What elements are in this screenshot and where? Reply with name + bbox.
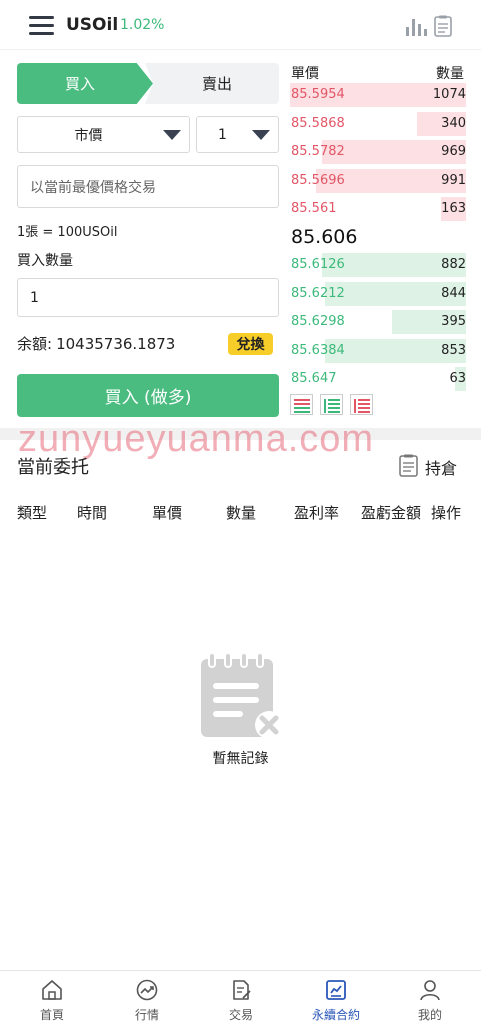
bar-chart-icon[interactable] xyxy=(405,16,427,36)
bid-quantity: 844 xyxy=(441,285,466,301)
ask-price: 85.5868 xyxy=(291,115,345,131)
leverage-select[interactable]: 1 xyxy=(196,116,279,153)
bid-price: 85.6126 xyxy=(291,257,345,272)
tab-buy[interactable]: 買入 xyxy=(17,63,153,104)
column-pnl: 盈虧金額 xyxy=(361,504,422,522)
profile-icon xyxy=(420,980,440,1001)
ask-price: 85.561 xyxy=(291,201,337,216)
balance-value: 10435736.1873 xyxy=(56,335,176,353)
column-type: 類型 xyxy=(17,504,48,522)
last-price: 85.606 xyxy=(291,226,358,248)
buy-long-button[interactable]: 買入 (做多) xyxy=(17,374,279,417)
clipboard-icon[interactable] xyxy=(399,454,418,477)
order-type-select[interactable]: 市價 xyxy=(17,116,190,153)
trade-icon xyxy=(233,980,251,1000)
ask-price: 85.5782 xyxy=(291,144,345,159)
nav-profile[interactable]: 我的 xyxy=(382,971,478,1024)
ask-quantity: 969 xyxy=(441,144,466,159)
nav-home[interactable]: 首頁 xyxy=(4,971,100,1024)
contract-icon xyxy=(326,980,346,1000)
ask-price: 85.5954 xyxy=(291,87,345,102)
bottom-navigation: 首頁 行情 交易 永續合約 我的 xyxy=(0,970,481,1024)
depth-view-toggle xyxy=(290,394,373,415)
symbol-name[interactable]: USOil xyxy=(66,15,118,35)
ask-quantity: 340 xyxy=(441,115,466,131)
positions-link[interactable]: 持倉 xyxy=(425,455,457,479)
home-icon xyxy=(42,980,62,1000)
quantity-input[interactable]: 1 xyxy=(17,278,279,317)
ask-row[interactable]: 85.5696 991 xyxy=(290,168,466,193)
chevron-down-icon xyxy=(163,130,181,140)
quantity-label: 買入數量 xyxy=(17,253,73,269)
nav-perpetual-contract[interactable]: 永續合約 xyxy=(288,971,384,1024)
document-icon[interactable] xyxy=(434,15,452,37)
bid-price: 85.6212 xyxy=(291,285,345,301)
bid-row[interactable]: 85.6212 844 xyxy=(290,281,466,306)
balance: 余額: 10435736.1873 xyxy=(17,333,175,354)
top-bar: USOil 1.02% xyxy=(0,0,481,50)
bid-quantity: 853 xyxy=(441,342,466,358)
ask-row[interactable]: 85.561 163 xyxy=(290,197,466,221)
ask-quantity: 1074 xyxy=(432,87,466,102)
no-records-icon xyxy=(201,653,283,739)
bid-row[interactable]: 85.6126 882 xyxy=(290,253,466,277)
column-quantity: 數量 xyxy=(226,504,257,522)
bid-quantity: 882 xyxy=(441,257,466,272)
column-time: 時間 xyxy=(77,504,108,522)
column-profit-rate: 盈利率 xyxy=(294,504,340,522)
ask-quantity: 991 xyxy=(441,172,466,188)
price-input[interactable]: 以當前最優價格交易 xyxy=(17,165,279,208)
balance-label: 余額: xyxy=(17,335,53,353)
column-action: 操作 xyxy=(431,504,462,522)
current-orders-title: 當前委托 xyxy=(17,457,89,478)
orderbook-qty-header: 數量 xyxy=(436,66,464,82)
nav-trade[interactable]: 交易 xyxy=(193,971,289,1024)
nav-trade-label: 交易 xyxy=(228,1008,253,1022)
depth-both-icon[interactable] xyxy=(290,394,313,415)
nav-perpetual-contract-label: 永續合約 xyxy=(311,1008,360,1022)
nav-market-label: 行情 xyxy=(134,1008,159,1022)
ask-row[interactable]: 85.5954 1074 xyxy=(290,83,466,107)
depth-bids-icon[interactable] xyxy=(320,394,343,415)
bid-row[interactable]: 85.6384 853 xyxy=(290,338,466,363)
nav-market[interactable]: 行情 xyxy=(99,971,195,1024)
contract-unit-info: 1張 = 100USOil xyxy=(17,225,118,240)
nav-home-label: 首頁 xyxy=(39,1008,64,1022)
bid-price: 85.647 xyxy=(291,371,337,386)
column-price: 單價 xyxy=(152,504,183,522)
bid-row[interactable]: 85.6298 395 xyxy=(290,310,466,334)
bid-price: 85.6384 xyxy=(291,342,345,358)
order-type-value: 市價 xyxy=(74,127,103,144)
bid-quantity: 63 xyxy=(449,371,466,386)
depth-asks-icon[interactable] xyxy=(350,394,373,415)
ask-price: 85.5696 xyxy=(291,172,345,188)
empty-state-text: 暫無記錄 xyxy=(212,751,269,767)
bid-price: 85.6298 xyxy=(291,314,345,329)
market-icon xyxy=(136,979,158,1001)
bid-row[interactable]: 85.647 63 xyxy=(290,367,466,391)
bid-quantity: 395 xyxy=(441,314,466,329)
exchange-button[interactable]: 兌換 xyxy=(228,333,273,355)
ask-row[interactable]: 85.5868 340 xyxy=(290,111,466,136)
leverage-value: 1 xyxy=(218,126,227,143)
ask-row[interactable]: 85.5782 969 xyxy=(290,140,466,164)
nav-profile-label: 我的 xyxy=(417,1008,442,1022)
price-change: 1.02% xyxy=(120,17,165,33)
ask-quantity: 163 xyxy=(441,201,466,216)
chevron-down-icon xyxy=(252,130,270,140)
menu-icon[interactable] xyxy=(29,16,54,36)
tab-sell[interactable]: 賣出 xyxy=(145,63,279,104)
orderbook-price-header: 單價 xyxy=(291,66,319,82)
